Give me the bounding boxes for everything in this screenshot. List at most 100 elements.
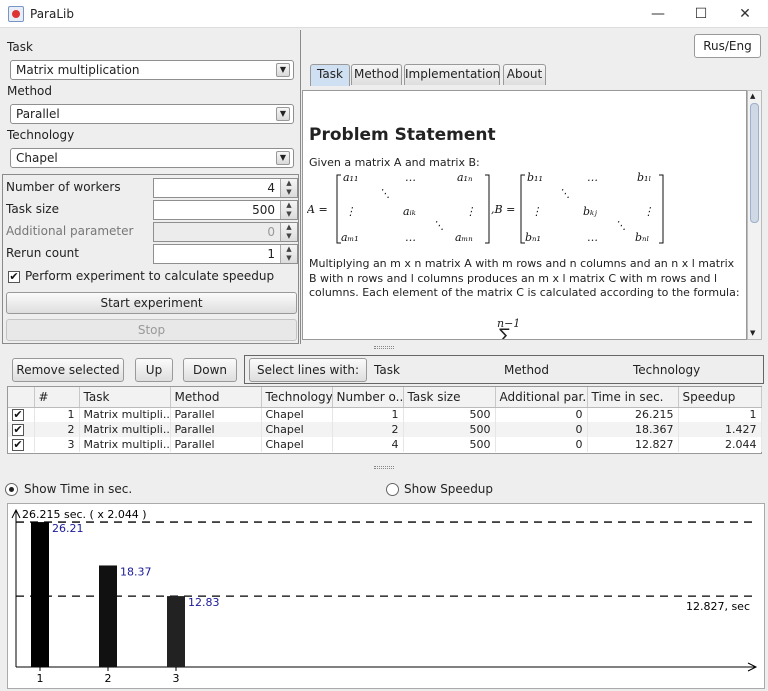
technology-select-value: Chapel [16, 151, 58, 165]
task-size-label: Task size [6, 202, 59, 216]
task-select[interactable]: Matrix multiplication ▼ [10, 60, 294, 80]
column-header[interactable]: Speedup [678, 387, 762, 408]
up-button[interactable]: Up [135, 358, 173, 382]
row-checkbox[interactable]: ✔ [12, 424, 24, 436]
method-label: Method [7, 84, 53, 98]
bar-value-label: 12.83 [188, 596, 220, 609]
x-tick-label: 2 [105, 672, 112, 685]
spin-up-icon[interactable]: ▲ [281, 179, 297, 188]
column-header[interactable]: Time in sec. [587, 387, 679, 408]
spin-down-icon[interactable]: ▼ [281, 210, 297, 219]
svg-text:bₖⱼ: bₖⱼ [583, 205, 597, 218]
svg-text:…: … [405, 231, 416, 244]
chevron-down-icon: ▼ [276, 151, 290, 165]
rerun-spinner[interactable]: 1 ▲ ▼ [153, 244, 298, 264]
svg-text:bₙ₁: bₙ₁ [525, 231, 541, 244]
svg-text:,B =: ,B = [491, 203, 515, 216]
table-row[interactable]: ✔ 3 Matrix multipli... Parallel Chapel 4… [8, 437, 762, 452]
svg-text:…: … [587, 231, 598, 244]
scroll-down-icon[interactable]: ▼ [750, 329, 755, 337]
show-time-radio[interactable] [5, 483, 18, 496]
table-cell: 4 [332, 437, 404, 452]
speedup-checkbox[interactable]: ✔ [8, 269, 20, 283]
chevron-down-icon: ▼ [276, 107, 290, 121]
doc-scroll-thumb[interactable] [750, 103, 759, 223]
table-cell: 26.215 [587, 407, 679, 422]
stop-button: Stop [6, 319, 297, 341]
row-checkbox[interactable]: ✔ [12, 439, 24, 451]
table-cell: Parallel [170, 407, 262, 422]
method-select[interactable]: Parallel ▼ [10, 104, 294, 124]
column-header[interactable]: Task [79, 387, 171, 408]
table-cell: Matrix multipli... [79, 422, 171, 437]
select-by-task[interactable]: Task [374, 363, 400, 377]
table-row[interactable]: ✔ 1 Matrix multipli... Parallel Chapel 1… [8, 407, 762, 422]
remove-selected-button[interactable]: Remove selected [12, 358, 124, 382]
selection-panel: Task Matrix multiplication ▼ Method Para… [2, 30, 299, 173]
tab-task[interactable]: Task [310, 64, 350, 86]
doc-heading: Problem Statement [309, 125, 496, 145]
chart-bar [167, 596, 185, 667]
column-header[interactable]: Method [170, 387, 262, 408]
column-header[interactable]: Technology [261, 387, 333, 408]
column-header-select[interactable] [8, 387, 35, 408]
column-header[interactable]: Number o... [332, 387, 404, 408]
table-cell: Matrix multipli... [79, 437, 171, 452]
task-select-value: Matrix multiplication [16, 63, 140, 77]
tab-implementation[interactable]: Implementation [404, 64, 500, 85]
table-cell: 1 [34, 407, 80, 422]
table-cell: 500 [403, 422, 496, 437]
title-bar: ParaLib — ☐ ✕ [0, 0, 768, 28]
technology-select[interactable]: Chapel ▼ [10, 148, 294, 168]
bar-value-label: 18.37 [120, 565, 152, 578]
x-tick-label: 3 [173, 672, 180, 685]
x-tick-label: 1 [37, 672, 44, 685]
select-by-technology[interactable]: Technology [633, 363, 700, 377]
reference-label: 12.827, sec [686, 600, 750, 613]
column-header[interactable]: # [34, 387, 80, 408]
svg-text:bₙₗ: bₙₗ [635, 231, 649, 244]
table-row[interactable]: ✔ 2 Matrix multipli... Parallel Chapel 2… [8, 422, 762, 437]
show-speedup-radio[interactable] [386, 483, 399, 496]
table-cell: Parallel [170, 437, 262, 452]
select-by-method[interactable]: Method [504, 363, 549, 377]
doc-scrollbar[interactable]: ▲ ▼ [747, 90, 762, 340]
task-size-spinner[interactable]: 500 ▲ ▼ [153, 200, 298, 220]
spin-up-icon[interactable]: ▲ [281, 201, 297, 210]
sum-symbol-icon: ∑ [499, 325, 510, 340]
column-header[interactable]: Task size [403, 387, 496, 408]
svg-text:…: … [587, 171, 598, 184]
table-cell: Chapel [261, 437, 333, 452]
svg-text:aₘ₁: aₘ₁ [341, 231, 359, 244]
task-label: Task [7, 40, 33, 54]
row-checkbox[interactable]: ✔ [12, 409, 24, 422]
svg-text:b₁₁: b₁₁ [527, 171, 543, 184]
close-button[interactable]: ✕ [730, 4, 760, 24]
table-cell: 1 [332, 407, 404, 422]
svg-text:A =: A = [307, 203, 328, 216]
speedup-checkbox-label: Perform experiment to calculate speedup [25, 269, 275, 283]
additional-param-value: 0 [267, 225, 275, 239]
scroll-up-icon[interactable]: ▲ [750, 92, 755, 100]
reference-label: 26.215 sec. ( x 2.044 ) [22, 508, 147, 521]
svg-text:⋮: ⋮ [345, 205, 356, 218]
down-button[interactable]: Down [183, 358, 237, 382]
tab-method[interactable]: Method [351, 64, 402, 85]
workers-spinner[interactable]: 4 ▲ ▼ [153, 178, 298, 198]
column-header[interactable]: Additional par... [495, 387, 588, 408]
splitter-grip[interactable] [374, 346, 394, 349]
select-lines-button[interactable]: Select lines with: [249, 358, 367, 382]
language-toggle-button[interactable]: Rus/Eng [694, 34, 761, 58]
spin-up-icon[interactable]: ▲ [281, 245, 297, 254]
tab-about[interactable]: About [503, 64, 546, 85]
svg-text:aₘₙ: aₘₙ [455, 231, 473, 244]
start-experiment-button[interactable]: Start experiment [6, 292, 297, 314]
spin-down-icon[interactable]: ▼ [281, 254, 297, 263]
svg-text:b₁ₗ: b₁ₗ [637, 171, 651, 184]
table-cell: 0 [495, 437, 588, 452]
spin-down-icon[interactable]: ▼ [281, 188, 297, 197]
maximize-button[interactable]: ☐ [686, 4, 716, 24]
table-cell: 2 [34, 422, 80, 437]
splitter-grip[interactable] [374, 466, 394, 469]
minimize-button[interactable]: — [643, 4, 673, 24]
